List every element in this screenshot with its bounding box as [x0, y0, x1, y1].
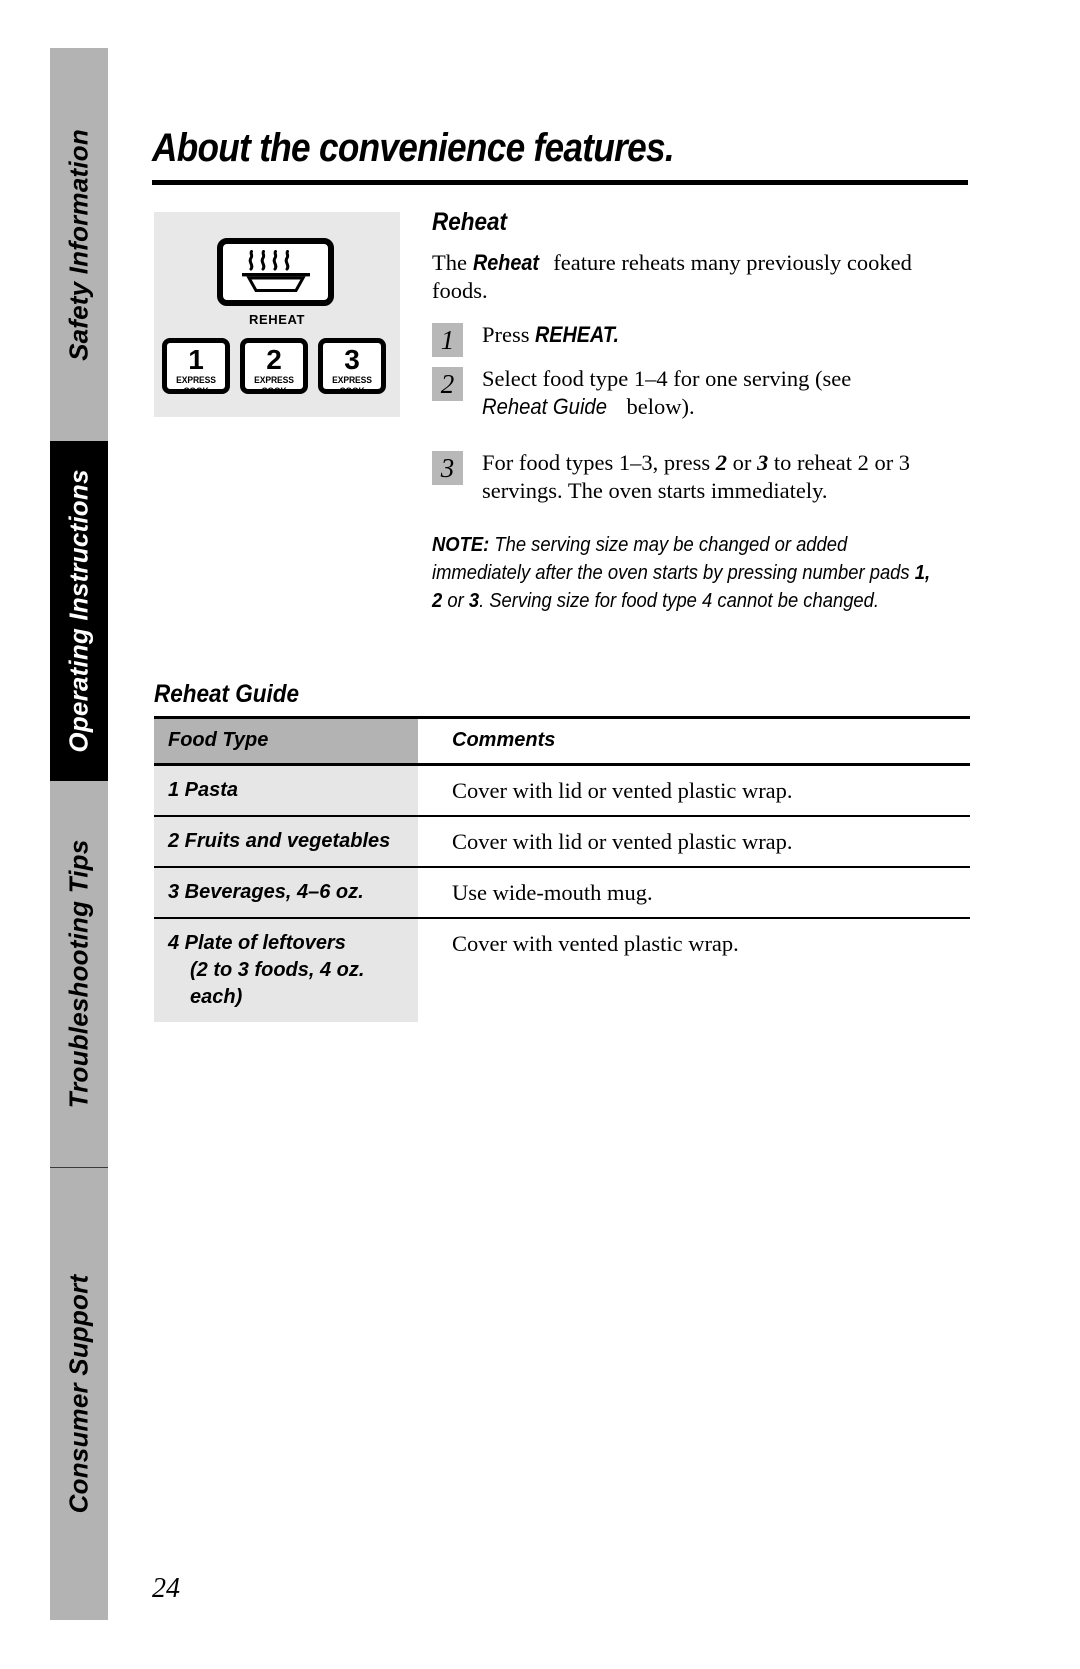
step-3: 3 For food types 1–3, press 2 or 3 to re…: [432, 449, 968, 505]
cell-comment: Cover with vented plastic wrap.: [418, 918, 970, 1022]
sidebar-item-label: Consumer Support: [63, 1274, 94, 1513]
page-number: 24: [152, 1573, 180, 1604]
step-number-badge: 1: [432, 323, 463, 357]
step-text-bold: REHEAT.: [535, 322, 620, 347]
note-bold-2: 3: [468, 590, 480, 612]
reheat-guide-title: Reheat Guide: [154, 680, 300, 708]
express-cook-key-2[interactable]: 2 EXPRESS COOK: [240, 338, 308, 396]
step-text-pre: For food types 1–3, press: [482, 450, 716, 475]
note-block: NOTE: The serving size may be changed or…: [432, 531, 933, 615]
cell-food-main: 2 Fruits and vegetables: [168, 830, 391, 852]
sidebar-item-label: Troubleshooting Tips: [63, 839, 94, 1109]
step-number-badge: 3: [432, 451, 463, 485]
step-text-bold-b: 3: [756, 450, 769, 475]
column-header-comments: Comments: [418, 716, 970, 766]
note-text-2: or: [442, 590, 469, 612]
table-row: 3 Beverages, 4–6 oz. Use wide-mouth mug.: [154, 867, 970, 919]
sidebar-item-label: Safety Information: [63, 128, 94, 361]
cell-food-main: 3 Beverages, 4–6 oz.: [168, 881, 364, 903]
cell-food-subline: (2 to 3 foods, 4 oz. each): [190, 959, 365, 1008]
step-text-mid: or: [726, 450, 757, 475]
cell-food-type: 1 Pasta: [154, 764, 418, 817]
sidebar-item-safety-information[interactable]: Safety Information: [50, 48, 108, 441]
step-1: 1 Press REHEAT.: [432, 321, 968, 357]
sidebar-item-operating-instructions[interactable]: Operating Instructions: [50, 441, 108, 781]
page-title: About the convenience features.: [152, 126, 675, 170]
step-2: 2 Select food type 1–4 for one serving (…: [432, 365, 968, 421]
steaming-dish-icon: [241, 250, 310, 292]
express-cook-number: 1: [188, 344, 204, 375]
express-cook-sublabel: EXPRESS COOK: [176, 375, 216, 396]
table-row: 2 Fruits and vegetables Cover with lid o…: [154, 816, 970, 868]
note-text-1: The serving size may be changed or added…: [432, 534, 915, 584]
page-content: About the convenience features. REHEAT 1…: [152, 0, 980, 1669]
reheat-intro-pre: The: [432, 250, 473, 275]
reheat-key-button[interactable]: [217, 238, 334, 306]
table-row: 1 Pasta Cover with lid or vented plastic…: [154, 764, 970, 817]
note-label: NOTE:: [432, 534, 490, 556]
reheat-section: Reheat The Reheat feature reheats many p…: [432, 208, 968, 615]
reheat-key-label: REHEAT: [248, 312, 306, 327]
cell-comment: Cover with lid or vented plastic wrap.: [418, 764, 970, 817]
cell-food-type: 2 Fruits and vegetables: [154, 816, 418, 868]
sidebar-item-troubleshooting-tips[interactable]: Troubleshooting Tips: [50, 781, 108, 1167]
sidebar-item-consumer-support[interactable]: Consumer Support: [50, 1167, 108, 1620]
step-text: Select food type 1–4 for one serving (se…: [482, 366, 851, 419]
step-text-bold-a: 2: [715, 450, 727, 475]
cell-comment: Cover with lid or vented plastic wrap.: [418, 816, 970, 868]
step-text-post: below).: [620, 394, 695, 419]
sidebar-tabs: Safety Information Operating Instruction…: [50, 48, 108, 1620]
table-row: 4 Plate of leftovers (2 to 3 foods, 4 oz…: [154, 918, 970, 1022]
express-cook-sublabel: EXPRESS COOK: [254, 375, 294, 396]
express-cook-key-1[interactable]: 1 EXPRESS COOK: [162, 338, 230, 396]
column-header-food-type: Food Type: [154, 716, 418, 766]
express-cook-number: 2: [266, 344, 282, 375]
table-header-row: Food Type Comments: [154, 716, 970, 766]
step-text: For food types 1–3, press 2 or 3 to rehe…: [482, 450, 910, 503]
step-number-badge: 2: [432, 367, 463, 401]
reheat-guide-table: Food Type Comments 1 Pasta Cover with li…: [154, 716, 970, 1022]
cell-comment: Use wide-mouth mug.: [418, 867, 970, 919]
cell-food-type: 4 Plate of leftovers (2 to 3 foods, 4 oz…: [154, 918, 418, 1022]
step-text-italic: Reheat Guide: [482, 394, 607, 419]
cell-food-main: 1 Pasta: [168, 779, 239, 801]
express-cook-sublabel: EXPRESS COOK: [332, 375, 372, 396]
step-text-pre: Press: [482, 322, 536, 347]
sidebar-item-label: Operating Instructions: [63, 469, 94, 753]
step-text-pre: Select food type 1–4 for one serving (se…: [482, 366, 852, 391]
note-text-3: . Serving size for food type 4 cannot be…: [479, 590, 880, 612]
express-cook-number: 3: [344, 344, 360, 375]
table-header: Food Type Comments: [154, 716, 970, 766]
cell-food-type: 3 Beverages, 4–6 oz.: [154, 867, 418, 919]
reheat-intro-paragraph: The Reheat feature reheats many previous…: [432, 249, 968, 305]
cell-food-main: 4 Plate of leftovers: [168, 932, 346, 954]
control-panel-illustration: REHEAT 1 EXPRESS COOK 2 EXPRESS COOK 3 E…: [154, 212, 400, 417]
table-body: 1 Pasta Cover with lid or vented plastic…: [154, 764, 970, 1022]
title-rule: [152, 180, 968, 185]
reheat-intro-bold: Reheat: [472, 250, 539, 275]
section-heading-reheat: Reheat: [432, 208, 508, 236]
express-cook-key-3[interactable]: 3 EXPRESS COOK: [318, 338, 386, 396]
sidebar-divider: [50, 1167, 108, 1168]
step-text: Press REHEAT.: [482, 322, 631, 347]
